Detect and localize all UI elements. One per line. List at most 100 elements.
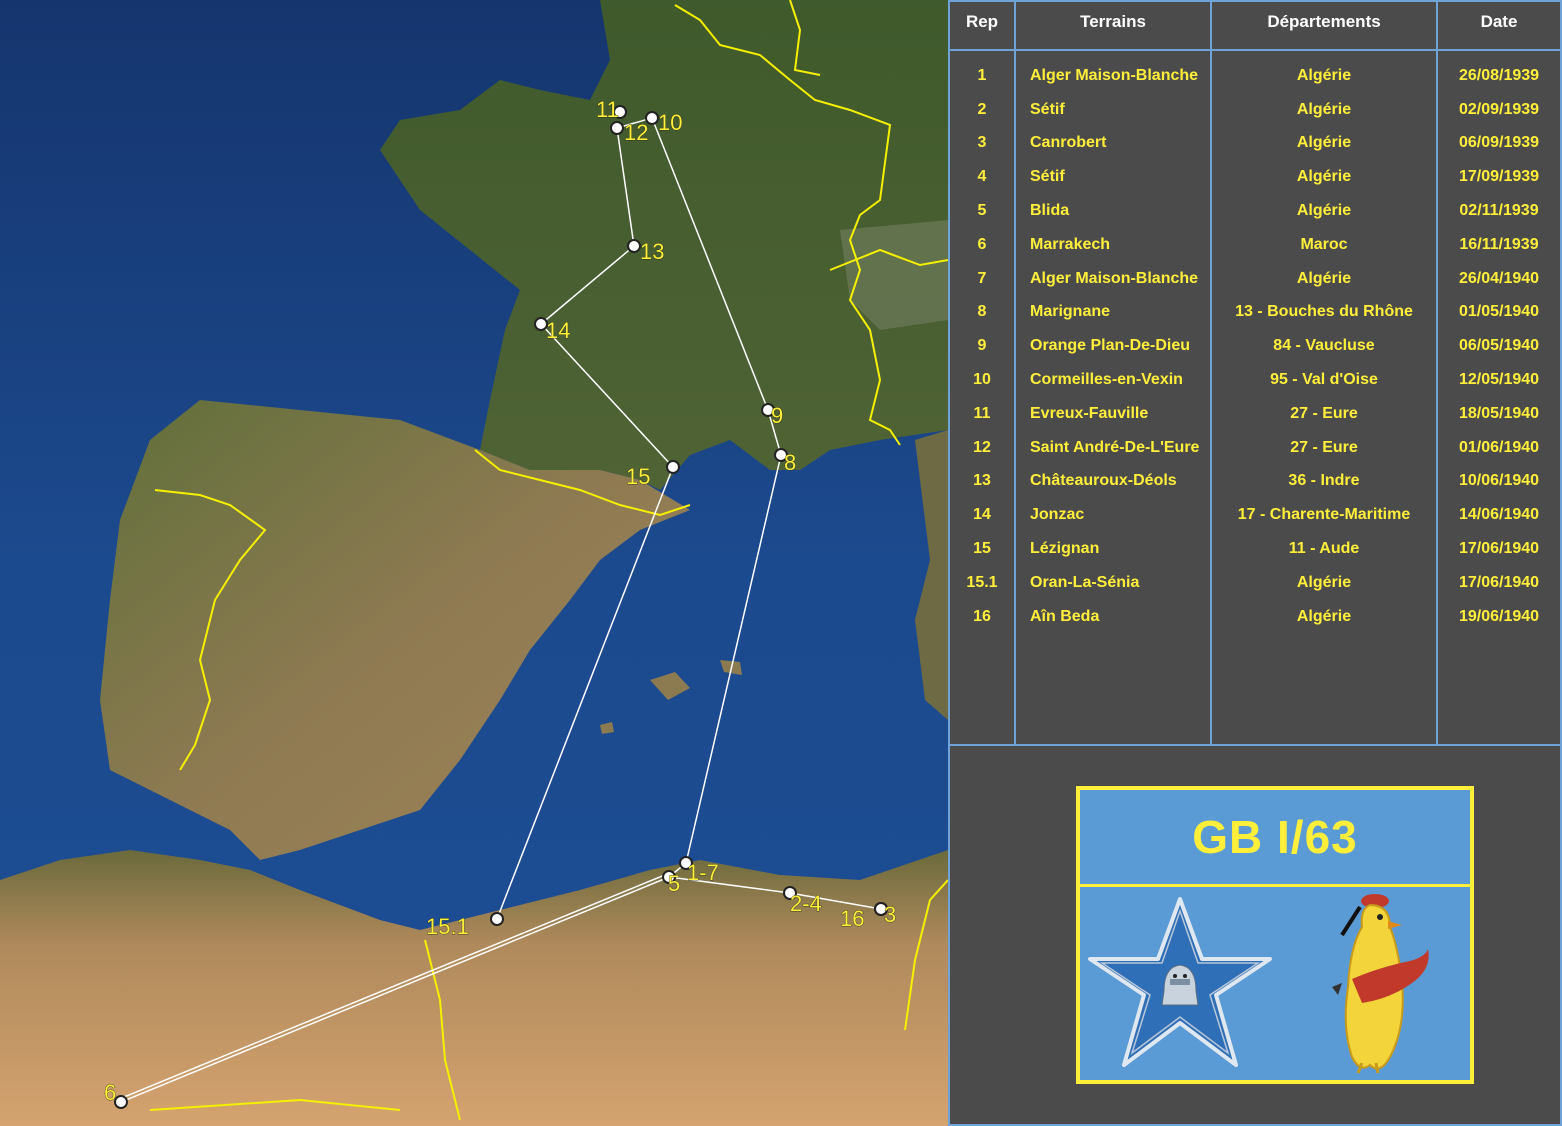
cell-departement: 95 - Val d'Oise bbox=[1270, 371, 1378, 389]
waypoint-label: 6 bbox=[104, 1080, 116, 1105]
column-departements: Départements Algérie Algérie Algérie Alg… bbox=[1212, 2, 1438, 744]
cell-date: 10/06/1940 bbox=[1458, 472, 1540, 490]
cell-rep: 15.1 bbox=[966, 573, 998, 591]
cell-rep: 10 bbox=[973, 371, 991, 389]
route-map[interactable]: 1-7 2-4 3 5 6 8 9 10 11 12 13 14 15 15.1… bbox=[0, 0, 948, 1126]
bird-mascot-icon bbox=[1332, 894, 1429, 1074]
cell-date: 02/09/1939 bbox=[1458, 100, 1540, 118]
waypoint-label: 3 bbox=[884, 902, 896, 927]
cell-departement: Algérie bbox=[1296, 66, 1352, 84]
cell-terrain: Alger Maison-Blanche bbox=[1030, 269, 1199, 287]
cell-rep: 12 bbox=[973, 438, 991, 456]
cell-rep: 7 bbox=[977, 269, 987, 287]
cell-date: 01/05/1940 bbox=[1458, 303, 1540, 321]
waypoint-label: 2-4 bbox=[790, 891, 822, 916]
waypoint-label: 9 bbox=[771, 403, 783, 428]
waypoint-label: 13 bbox=[640, 239, 664, 264]
cell-departement: 13 - Bouches du Rhône bbox=[1235, 303, 1413, 321]
cell-terrain: Châteauroux-Déols bbox=[1030, 472, 1177, 490]
cell-date: 02/11/1939 bbox=[1459, 202, 1539, 220]
cell-terrain: Sétif bbox=[1030, 168, 1065, 186]
cell-terrain: Sétif bbox=[1030, 100, 1065, 118]
cell-date: 16/11/1939 bbox=[1459, 235, 1539, 253]
cell-terrain: Aîn Beda bbox=[1030, 607, 1100, 625]
cell-rep: 14 bbox=[973, 506, 991, 524]
unit-badge: GB I/63 bbox=[1076, 786, 1474, 1084]
cell-terrain: Blida bbox=[1030, 202, 1070, 220]
cell-terrain: Orange Plan-De-Dieu bbox=[1030, 337, 1191, 355]
cell-terrain: Jonzac bbox=[1030, 506, 1085, 524]
cell-terrain: Evreux-Fauville bbox=[1030, 404, 1149, 422]
waypoint-marker bbox=[610, 121, 624, 135]
cell-terrain: Alger Maison-Blanche bbox=[1030, 66, 1199, 84]
badge-area: GB I/63 bbox=[948, 746, 1562, 1126]
cell-terrain: Marignane bbox=[1030, 303, 1111, 321]
waypoint-label: 11 bbox=[596, 97, 619, 122]
cell-rep: 5 bbox=[977, 202, 987, 220]
column-date: Date 26/08/1939 02/09/1939 06/09/1939 17… bbox=[1438, 2, 1560, 744]
cell-departement: 17 - Charente-Maritime bbox=[1237, 506, 1411, 524]
cell-terrain: Lézignan bbox=[1030, 540, 1100, 558]
cell-rep: 2 bbox=[977, 100, 987, 118]
waypoint-label: 15.1 bbox=[426, 914, 469, 939]
cell-terrain: Saint André-De-L'Eure bbox=[1030, 438, 1200, 456]
info-panel: Rep 1 2 3 4 5 6 7 8 9 10 11 12 13 14 15 … bbox=[948, 0, 1562, 1126]
column-terrains: Terrains Alger Maison-Blanche Sétif Canr… bbox=[1016, 2, 1212, 744]
cell-departement: 27 - Eure bbox=[1290, 438, 1358, 456]
unit-title: GB I/63 bbox=[1192, 811, 1358, 863]
header-date: Date bbox=[1480, 12, 1518, 31]
waypoint-label: 14 bbox=[546, 318, 570, 343]
cell-rep: 13 bbox=[973, 472, 991, 490]
cell-date: 06/09/1939 bbox=[1458, 134, 1540, 152]
cell-rep: 11 bbox=[973, 404, 991, 422]
star-emblem-icon bbox=[1088, 897, 1272, 1067]
waypoint-label: 12 bbox=[624, 120, 648, 145]
cell-departement: Algérie bbox=[1296, 168, 1352, 186]
badge-emblems bbox=[1080, 887, 1470, 1080]
cell-departement: Algérie bbox=[1296, 202, 1352, 220]
header-departements: Départements bbox=[1267, 12, 1381, 31]
waypoint-marker bbox=[627, 239, 641, 253]
cell-terrain: Oran-La-Sénia bbox=[1030, 573, 1140, 591]
cell-date: 26/04/1940 bbox=[1458, 269, 1540, 287]
cell-departement: Algérie bbox=[1296, 100, 1352, 118]
cell-date: 06/05/1940 bbox=[1458, 337, 1540, 355]
header-rep: Rep bbox=[965, 12, 999, 31]
waypoint-label: 16 bbox=[840, 906, 864, 931]
cell-date: 17/09/1939 bbox=[1458, 168, 1540, 186]
cell-date: 19/06/1940 bbox=[1458, 607, 1540, 625]
cell-departement: 84 - Vaucluse bbox=[1273, 337, 1375, 355]
cell-departement: Algérie bbox=[1296, 269, 1352, 287]
cell-rep: 3 bbox=[977, 134, 987, 152]
waypoint-label: 5 bbox=[668, 871, 680, 896]
cell-date: 18/05/1940 bbox=[1458, 404, 1540, 422]
cell-departement: Algérie bbox=[1296, 134, 1352, 152]
cell-rep: 1 bbox=[977, 66, 987, 84]
cell-date: 12/05/1940 bbox=[1458, 371, 1540, 389]
waypoint-marker bbox=[666, 460, 680, 474]
cell-departement: 36 - Indre bbox=[1288, 472, 1360, 490]
airfield-table: Rep 1 2 3 4 5 6 7 8 9 10 11 12 13 14 15 … bbox=[948, 0, 1562, 746]
cell-terrain: Canrobert bbox=[1030, 134, 1107, 152]
map-canvas: 1-7 2-4 3 5 6 8 9 10 11 12 13 14 15 15.1… bbox=[0, 0, 948, 1126]
column-rep: Rep 1 2 3 4 5 6 7 8 9 10 11 12 13 14 15 … bbox=[950, 2, 1016, 744]
waypoint-label: 15 bbox=[626, 464, 650, 489]
cell-date: 17/06/1940 bbox=[1458, 540, 1540, 558]
header-terrains: Terrains bbox=[1080, 12, 1146, 31]
waypoint-marker bbox=[490, 912, 504, 926]
waypoint-label: 10 bbox=[658, 110, 682, 135]
cell-date: 14/06/1940 bbox=[1458, 506, 1540, 524]
waypoint-label: 1-7 bbox=[687, 860, 719, 885]
cell-date: 26/08/1939 bbox=[1458, 66, 1540, 84]
cell-rep: 15 bbox=[973, 540, 991, 558]
cell-departement: Algérie bbox=[1296, 573, 1352, 591]
cell-date: 17/06/1940 bbox=[1458, 573, 1540, 591]
cell-rep: 9 bbox=[977, 337, 987, 355]
waypoint-label: 8 bbox=[784, 450, 796, 475]
cell-terrain: Marrakech bbox=[1030, 235, 1111, 253]
cell-departement: Algérie bbox=[1296, 607, 1352, 625]
cell-rep: 6 bbox=[977, 235, 987, 253]
cell-rep: 8 bbox=[977, 303, 987, 321]
cell-date: 01/06/1940 bbox=[1458, 438, 1540, 456]
cell-departement: Maroc bbox=[1300, 235, 1348, 253]
